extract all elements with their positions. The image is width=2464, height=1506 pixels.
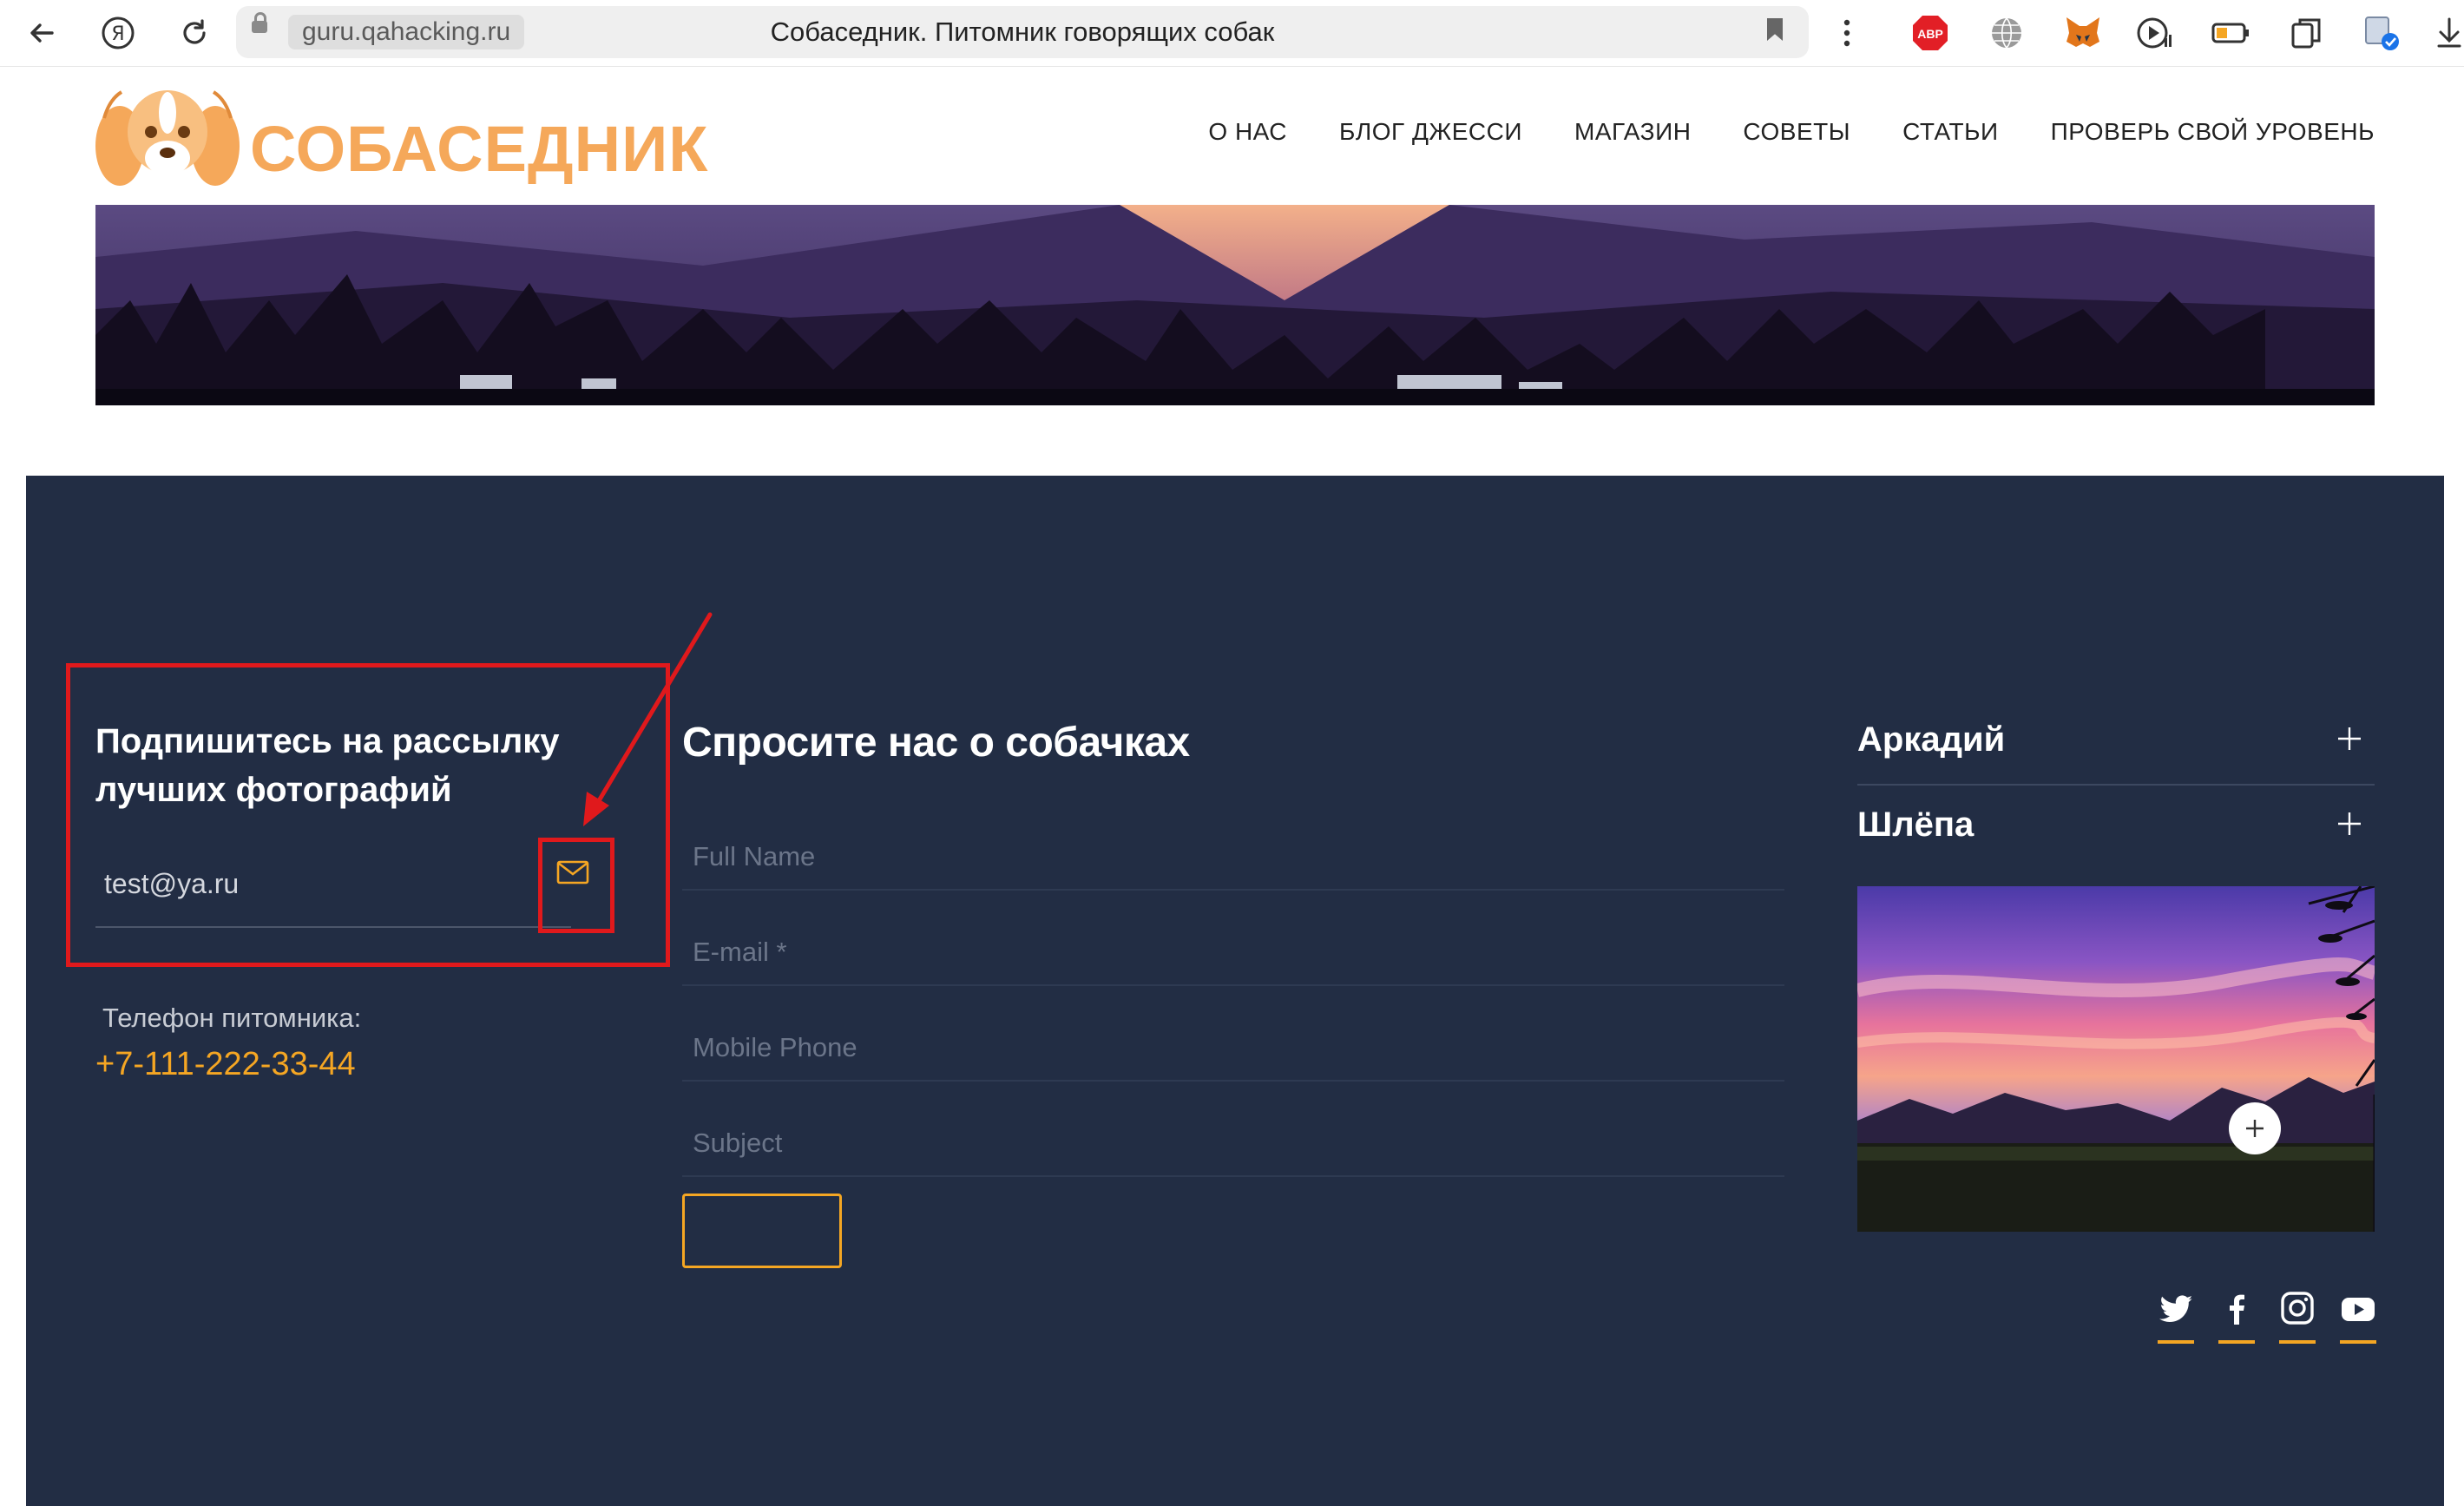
accordion-item-arkadiy[interactable]: Аркадий [1857, 720, 2375, 760]
mobile-phone-input[interactable] [691, 1031, 1736, 1064]
nav-item-blog[interactable]: БЛОГ ДЖЕССИ [1339, 118, 1522, 146]
download-icon[interactable] [2434, 12, 2464, 54]
address-bar[interactable]: guru.qahacking.ru Собаседник. Питомник г… [236, 6, 1809, 58]
nav-item-shop[interactable]: МАГАЗИН [1574, 118, 1691, 146]
nav-item-about[interactable]: О НАС [1208, 118, 1287, 146]
plus-icon[interactable] [2336, 726, 2362, 752]
nav-item-articles[interactable]: СТАТЬИ [1902, 118, 1999, 146]
youtube-link[interactable] [2340, 1292, 2376, 1344]
battery-icon[interactable] [2210, 12, 2251, 54]
accordion-divider [1857, 784, 2375, 786]
gallery-photo[interactable] [1857, 886, 2375, 1232]
email-field [682, 891, 1784, 986]
menu-dots-icon[interactable] [1826, 12, 1868, 54]
abp-label: ABP [1917, 27, 1943, 41]
plus-icon[interactable] [2336, 811, 2362, 837]
accordion-title: Шлёпа [1857, 806, 1974, 844]
annotation-arrow-icon [583, 612, 713, 826]
facebook-icon [2230, 1294, 2244, 1325]
subject-input[interactable] [691, 1127, 1736, 1160]
metamask-icon[interactable] [2062, 12, 2104, 54]
browser-toolbar: Я guru.qahacking.ru Собаседник. Питомник… [0, 0, 2464, 67]
nav-item-tips[interactable]: СОВЕТЫ [1743, 118, 1850, 146]
back-arrow-icon[interactable] [17, 9, 66, 57]
dog-logo-icon [95, 90, 240, 186]
annotation-highlight-button [538, 838, 614, 933]
instagram-link[interactable] [2279, 1292, 2316, 1344]
full-name-field [682, 795, 1784, 891]
header-banner-image [95, 205, 2375, 405]
social-underline [2158, 1340, 2194, 1344]
globe-icon[interactable] [1986, 12, 2027, 54]
email-input[interactable] [691, 936, 1736, 969]
social-underline [2218, 1340, 2255, 1344]
page-title: Собаседник. Питомник говорящих собак [770, 16, 1275, 47]
facebook-link[interactable] [2218, 1292, 2255, 1344]
svg-text:Я: Я [111, 23, 124, 45]
twitter-icon [2159, 1295, 2192, 1322]
yandex-icon[interactable]: Я [94, 9, 142, 57]
contact-form-title: Спросите нас о собачках [682, 720, 1190, 766]
phone-number-link[interactable]: +7-111-222-33-44 [95, 1046, 356, 1083]
photo-zoom-button[interactable] [2229, 1102, 2281, 1154]
collections-icon[interactable] [2286, 12, 2328, 54]
site-logo[interactable]: СОБАСЕДНИК [94, 80, 707, 193]
submit-button[interactable] [682, 1194, 842, 1268]
twitter-link[interactable] [2158, 1292, 2194, 1344]
subject-field [682, 1082, 1784, 1177]
accordion-title: Аркадий [1857, 720, 2006, 759]
accordion-item-shlepa[interactable]: Шлёпа [1857, 806, 2375, 845]
social-underline [2340, 1340, 2376, 1344]
nav-item-test[interactable]: ПРОВЕРЬ СВОЙ УРОВЕНЬ [2051, 118, 2375, 146]
logo-text: СОБАСЕДНИК [250, 113, 709, 185]
phone-label: Телефон питомника: [102, 1003, 362, 1033]
translate-icon[interactable] [2361, 12, 2402, 54]
mobile-phone-field [682, 986, 1784, 1082]
main-nav: О НАС БЛОГ ДЖЕССИ МАГАЗИН СОВЕТЫ СТАТЬИ … [1208, 118, 2375, 146]
abp-icon[interactable]: ABP [1909, 12, 1951, 54]
youtube-icon [2342, 1298, 2375, 1321]
plus-icon [2246, 1120, 2264, 1137]
media-icon[interactable] [2133, 12, 2175, 54]
reload-icon[interactable] [170, 9, 219, 57]
instagram-icon [2281, 1292, 2314, 1325]
social-underline [2279, 1340, 2316, 1344]
full-name-input[interactable] [691, 840, 1736, 873]
